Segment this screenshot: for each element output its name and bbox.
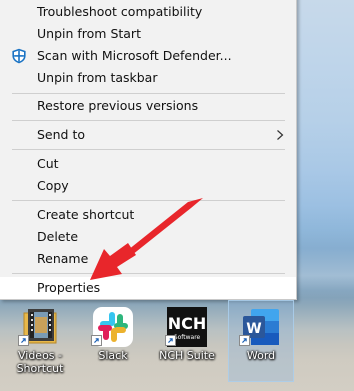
menu-item-label: Delete xyxy=(37,229,79,244)
nch-logo-subtext: Software xyxy=(174,334,201,341)
context-menu: Troubleshoot compatibility Unpin from St… xyxy=(0,0,297,300)
menu-separator xyxy=(12,200,285,201)
menu-item-label: Cut xyxy=(37,156,59,171)
menu-item-delete[interactable]: Delete xyxy=(0,226,296,248)
menu-item-copy[interactable]: Copy xyxy=(0,175,296,197)
desktop-icon-label: NCH Suite xyxy=(159,349,215,362)
menu-item-label: Copy xyxy=(37,178,69,193)
nch-logo-text: NCH xyxy=(168,314,207,333)
desktop-icon-label: Slack xyxy=(98,349,128,362)
menu-item-label: Scan with Microsoft Defender... xyxy=(37,48,232,63)
menu-item-label: Send to xyxy=(37,127,86,142)
desktop-icon-label: Word xyxy=(246,349,276,362)
menu-item-troubleshoot-compatibility[interactable]: Troubleshoot compatibility xyxy=(0,1,296,23)
desktop-icon-word[interactable]: W Word xyxy=(228,300,294,382)
menu-item-label: Properties xyxy=(37,280,101,295)
menu-separator xyxy=(12,149,285,150)
shortcut-arrow-icon xyxy=(91,335,102,346)
shortcut-arrow-icon xyxy=(165,335,176,346)
menu-item-send-to[interactable]: Send to xyxy=(0,124,296,146)
menu-item-rename[interactable]: Rename xyxy=(0,248,296,270)
menu-item-cut[interactable]: Cut xyxy=(0,153,296,175)
menu-item-label: Unpin from Start xyxy=(37,26,141,41)
menu-item-label: Restore previous versions xyxy=(37,98,199,113)
menu-item-restore-previous-versions[interactable]: Restore previous versions xyxy=(0,95,296,117)
menu-item-create-shortcut[interactable]: Create shortcut xyxy=(0,204,296,226)
menu-item-label: Unpin from taskbar xyxy=(37,70,158,85)
menu-item-unpin-from-taskbar[interactable]: Unpin from taskbar xyxy=(0,67,296,89)
menu-item-scan-with-defender[interactable]: Scan with Microsoft Defender... xyxy=(0,45,296,67)
desktop-icon-videos-shortcut[interactable]: Videos - Shortcut xyxy=(8,301,72,381)
menu-item-label: Create shortcut xyxy=(37,207,135,222)
menu-separator xyxy=(12,120,285,121)
desktop-icon-nch-suite[interactable]: NCH Software NCH Suite xyxy=(155,301,219,381)
desktop-icon-slack[interactable]: Slack xyxy=(81,301,145,381)
menu-item-label: Troubleshoot compatibility xyxy=(37,4,203,19)
shortcut-arrow-icon xyxy=(18,335,29,346)
menu-item-unpin-from-start[interactable]: Unpin from Start xyxy=(0,23,296,45)
menu-item-label: Rename xyxy=(37,251,89,266)
shortcut-arrow-icon xyxy=(239,335,250,346)
menu-separator xyxy=(12,273,285,274)
chevron-right-icon xyxy=(277,130,284,140)
menu-separator xyxy=(12,93,285,94)
menu-item-properties[interactable]: Properties xyxy=(0,277,296,299)
desktop-icon-label: Videos - Shortcut xyxy=(16,349,64,375)
shield-icon xyxy=(12,48,26,64)
